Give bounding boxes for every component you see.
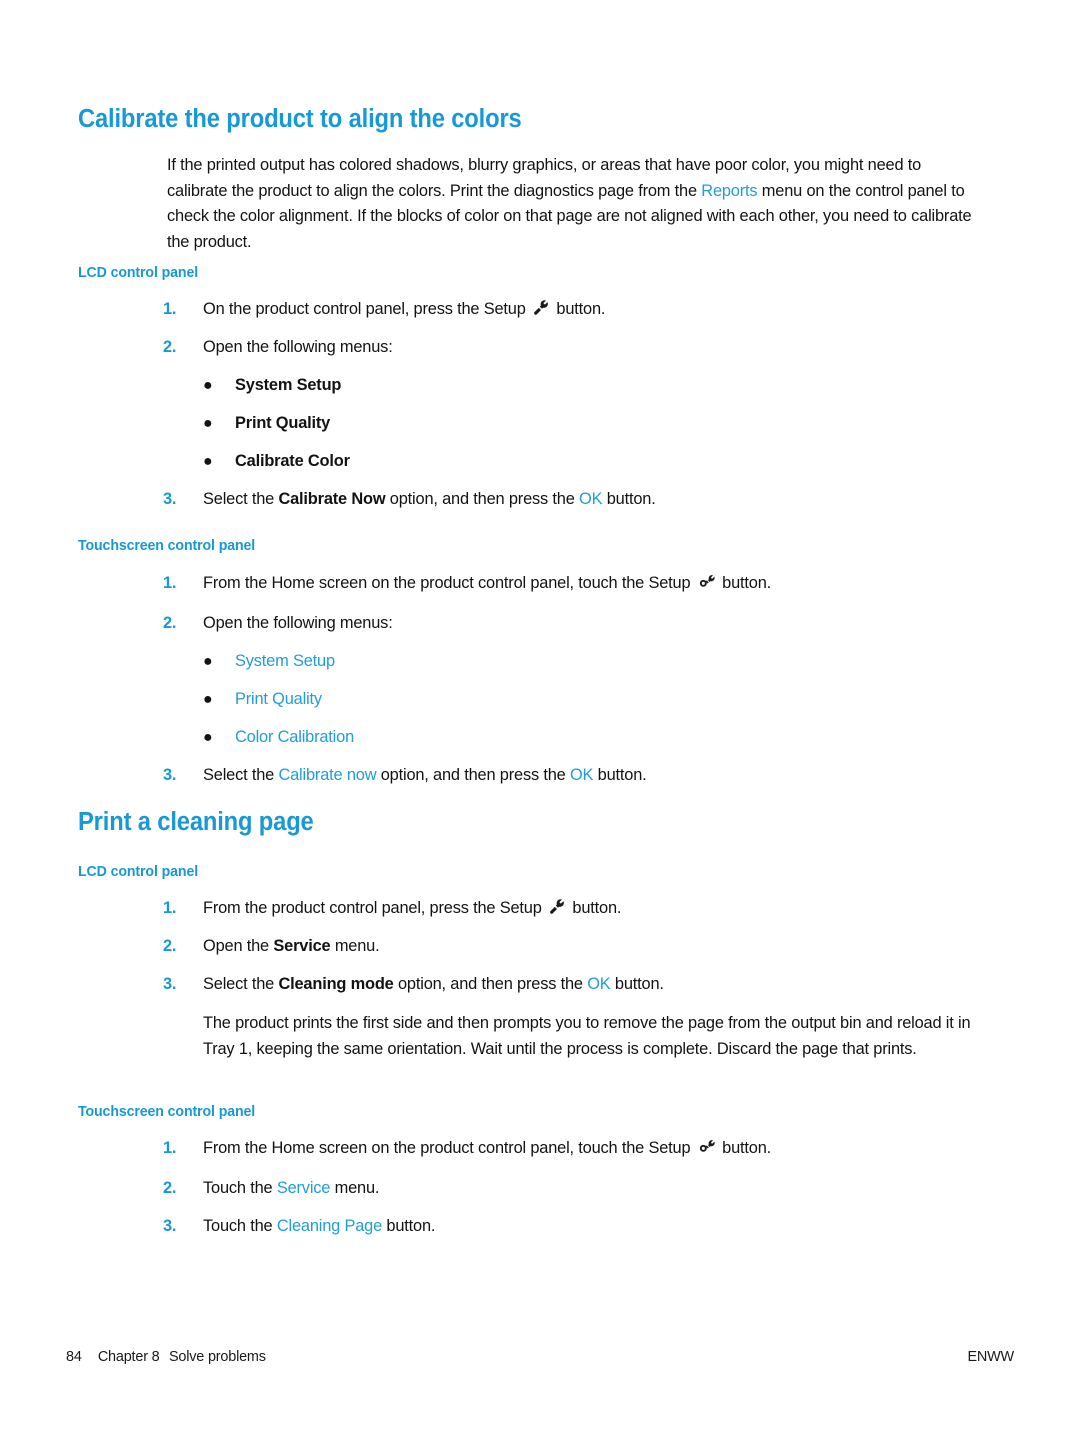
step-item: 1. From the Home screen on the product c… [163, 571, 1003, 597]
step-text: Select the Cleaning mode option, and the… [203, 975, 664, 993]
step-text: From the product control panel, press th… [203, 899, 622, 917]
step-number: 2. [163, 338, 177, 356]
subheading-lcd-control-panel: LCD control panel [78, 863, 199, 880]
step-text: From the Home screen on the product cont… [203, 1138, 772, 1157]
menu-list-item[interactable]: ● Calibrate Color [203, 449, 350, 475]
page-title: Calibrate the product to align the color… [78, 105, 522, 133]
menu-item-label: Calibrate Color [235, 452, 350, 470]
page-number: 84 [66, 1348, 82, 1365]
step-number: 1. [163, 300, 177, 318]
step-text: Touch the Cleaning Page button. [203, 1217, 436, 1235]
menu-list-item[interactable]: ● System Setup [203, 649, 335, 675]
step-item: 3. Touch the Cleaning Page button. [163, 1214, 1003, 1240]
step-item: 2. Open the following menus: [163, 611, 1003, 637]
step-text: Touch the Service menu. [203, 1179, 380, 1197]
bullet-icon: ● [203, 691, 213, 708]
bullet-icon: ● [203, 377, 213, 394]
step-number: 3. [163, 766, 177, 784]
subheading-touchscreen-control-panel: Touchscreen control panel [78, 537, 256, 554]
step-number: 2. [163, 1179, 177, 1197]
ok-button-ref[interactable]: OK [579, 490, 603, 508]
menu-list-item[interactable]: ● Print Quality [203, 687, 322, 713]
step-text: Select the Calibrate Now option, and the… [203, 490, 656, 508]
cleaning-page-button-link[interactable]: Cleaning Page [277, 1217, 382, 1235]
step-text: Open the following menus: [203, 614, 393, 632]
wrench-icon [533, 300, 550, 317]
step-text: Select the Calibrate now option, and the… [203, 766, 647, 784]
step-item: 3. Select the Cleaning mode option, and … [163, 972, 1003, 998]
bullet-icon: ● [203, 653, 213, 670]
step-item: 1. From the product control panel, press… [163, 896, 1003, 922]
step-text: Open the following menus: [203, 338, 393, 356]
step-item: 1. From the Home screen on the product c… [163, 1136, 1003, 1162]
step-number: 3. [163, 490, 177, 508]
step-item: 2. Touch the Service menu. [163, 1176, 1003, 1202]
step-number: 1. [163, 899, 177, 917]
calibrate-now-link[interactable]: Calibrate now [278, 766, 376, 784]
ok-button-ref[interactable]: OK [587, 975, 611, 993]
step-item: 1. On the product control panel, press t… [163, 297, 1003, 323]
step-number: 3. [163, 1217, 177, 1235]
cleaning-mode-option: Cleaning mode [278, 975, 394, 993]
menu-item-label: System Setup [235, 376, 342, 394]
menu-list-item[interactable]: ● Color Calibration [203, 725, 354, 751]
calibrate-now-option: Calibrate Now [278, 490, 386, 508]
step-text: Open the Service menu. [203, 937, 380, 955]
chapter-title: Solve problems [168, 1348, 266, 1365]
step-number: 1. [163, 1139, 177, 1157]
menu-item-label: Color Calibration [235, 728, 355, 746]
step-number: 2. [163, 937, 177, 955]
service-menu-option: Service [273, 937, 331, 955]
menu-item-label: Print Quality [235, 414, 331, 432]
menu-item-label: System Setup [235, 652, 335, 670]
gear-wrench-icon [698, 1138, 716, 1156]
footer-left: 84 Chapter 8 Solve problems [66, 1348, 266, 1365]
step-item: 3. Select the Calibrate now option, and … [163, 763, 1003, 789]
reports-menu-link[interactable]: Reports [701, 182, 757, 200]
bullet-icon: ● [203, 453, 213, 470]
step-item: 2. Open the following menus: [163, 335, 1003, 361]
intro-paragraph: If the printed output has colored shadow… [167, 153, 979, 255]
section-title-print-cleaning-page: Print a cleaning page [78, 808, 314, 836]
step-item: 3. Select the Calibrate Now option, and … [163, 487, 1003, 513]
service-menu-link[interactable]: Service [277, 1179, 331, 1197]
subheading-lcd-control-panel: LCD control panel [78, 264, 199, 281]
menu-list-item[interactable]: ● Print Quality [203, 411, 330, 437]
document-page: Calibrate the product to align the color… [0, 0, 1080, 1437]
menu-item-label: Print Quality [235, 690, 322, 708]
ok-button-ref[interactable]: OK [570, 766, 594, 784]
cleaning-note-paragraph: The product prints the first side and th… [203, 1014, 971, 1058]
chapter-label: Chapter 8 [97, 1348, 160, 1365]
step-text: On the product control panel, press the … [203, 300, 606, 318]
page-footer: 84 Chapter 8 Solve problems ENWW [66, 1348, 1014, 1370]
bullet-icon: ● [203, 729, 213, 746]
step-number: 2. [163, 614, 177, 632]
locale-label: ENWW [967, 1348, 1014, 1365]
menu-list-item[interactable]: ● System Setup [203, 373, 341, 399]
gear-wrench-icon [698, 573, 716, 591]
step-text: From the Home screen on the product cont… [203, 573, 772, 592]
bullet-icon: ● [203, 415, 213, 432]
step-item: 2. Open the Service menu. [163, 934, 1003, 960]
wrench-icon [549, 899, 566, 916]
step-number: 3. [163, 975, 177, 993]
subheading-touchscreen-control-panel: Touchscreen control panel [78, 1103, 256, 1120]
step-number: 1. [163, 574, 177, 592]
